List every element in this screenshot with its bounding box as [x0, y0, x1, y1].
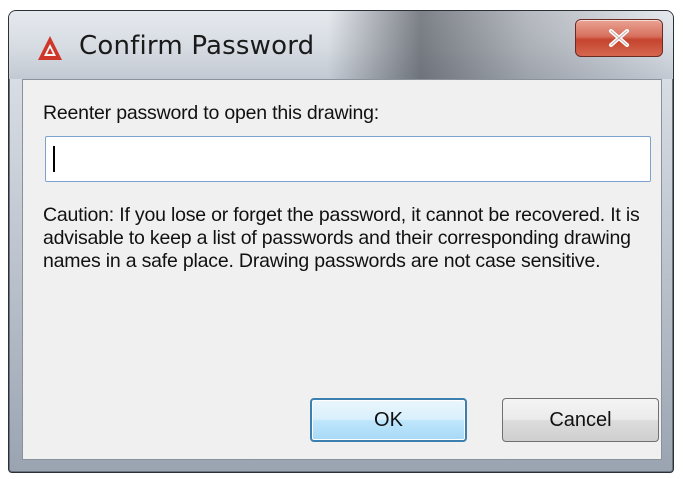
close-icon	[609, 29, 629, 47]
text-caret	[53, 146, 55, 172]
confirm-password-dialog: Confirm Password Reenter password to ope…	[8, 10, 674, 473]
cancel-button[interactable]: Cancel	[502, 398, 659, 442]
ok-button[interactable]: OK	[310, 398, 467, 442]
window-title: Confirm Password	[79, 31, 315, 61]
dialog-body: Reenter password to open this drawing: C…	[22, 79, 662, 460]
close-button[interactable]	[575, 19, 663, 57]
password-prompt-label: Reenter password to open this drawing:	[43, 102, 380, 124]
autocad-logo-icon	[38, 36, 62, 60]
title-bar[interactable]: Confirm Password	[9, 11, 673, 79]
caution-text: Caution: If you lose or forget the passw…	[43, 204, 640, 272]
password-input[interactable]	[45, 136, 651, 182]
